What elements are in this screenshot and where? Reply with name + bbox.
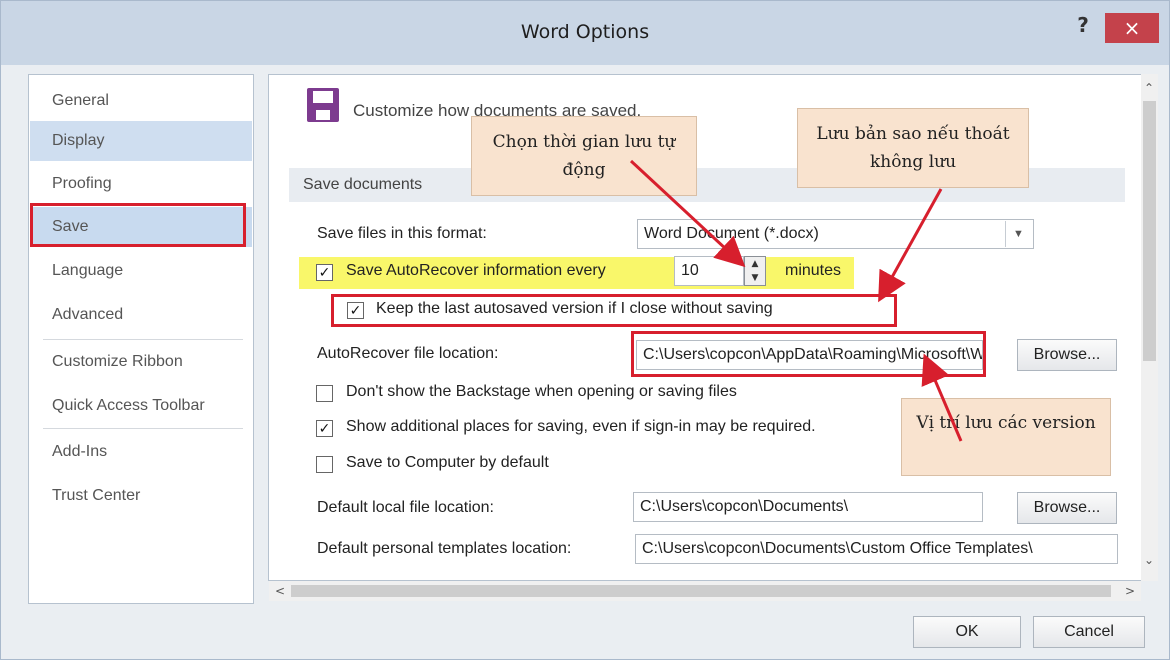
autorecover-minutes-input[interactable]: 10 [674, 256, 744, 286]
autorecover-checkbox[interactable]: ✓ [316, 264, 333, 281]
annotation-keep-copy: Lưu bản sao nếu thoát không lưu [797, 108, 1029, 188]
save-to-computer-checkbox[interactable] [316, 456, 333, 473]
nav-trust-center[interactable]: Trust Center [30, 476, 252, 516]
nav-language[interactable]: Language [30, 251, 252, 291]
save-highlight-box [30, 203, 246, 247]
minutes-spinner[interactable]: ▲ ▼ [744, 256, 766, 286]
nav-display[interactable]: Display [30, 121, 252, 161]
nav-add-ins[interactable]: Add-Ins [30, 432, 252, 472]
close-button[interactable]: × [1105, 13, 1159, 43]
nav-divider [43, 428, 243, 429]
scroll-up-icon[interactable]: ⌃ [1144, 81, 1154, 95]
scroll-right-icon[interactable]: > [1125, 584, 1135, 598]
keep-version-checkbox[interactable]: ✓ [347, 302, 364, 319]
nav-divider [43, 339, 243, 340]
ok-button[interactable]: OK [913, 616, 1021, 648]
options-nav: General Display Proofing Save Language A… [28, 74, 254, 604]
scroll-left-icon[interactable]: < [275, 584, 285, 598]
nav-general[interactable]: General [30, 81, 252, 121]
minutes-label: minutes [785, 262, 842, 279]
word-options-dialog: Word Options ? × General Display Proofin… [0, 0, 1170, 660]
window-title: Word Options [520, 21, 650, 43]
nav-customize-ribbon[interactable]: Customize Ribbon [30, 342, 252, 382]
default-local-input[interactable]: C:\Users\copcon\Documents\ [633, 492, 983, 522]
format-select[interactable]: Word Document (*.docx) ▼ [637, 219, 1034, 249]
format-label: Save files in this format: [317, 225, 487, 242]
browse-autorecover-button[interactable]: Browse... [1017, 339, 1117, 371]
scroll-down-icon[interactable]: ⌄ [1144, 553, 1154, 567]
default-local-label: Default local file location: [317, 499, 494, 516]
nav-proofing[interactable]: Proofing [30, 164, 252, 204]
chevron-down-icon[interactable]: ▼ [1005, 221, 1031, 247]
templates-label: Default personal templates location: [317, 540, 572, 557]
spin-up-icon[interactable]: ▲ [745, 257, 765, 271]
backstage-checkbox[interactable] [316, 385, 333, 402]
help-button[interactable]: ? [1069, 13, 1097, 43]
horizontal-scroll-thumb[interactable] [291, 585, 1111, 597]
save-to-computer-label: Save to Computer by default [346, 454, 549, 471]
backstage-label: Don't show the Backstage when opening or… [346, 383, 737, 400]
format-value: Word Document (*.docx) [644, 225, 819, 242]
additional-places-label: Show additional places for saving, even … [346, 418, 816, 435]
autorecover-location-label: AutoRecover file location: [317, 345, 499, 362]
vertical-scroll-thumb[interactable] [1143, 101, 1156, 361]
annotation-autorecover-time: Chọn thời gian lưu tự động [471, 116, 697, 196]
save-disk-icon [307, 88, 339, 122]
templates-input[interactable]: C:\Users\copcon\Documents\Custom Office … [635, 534, 1118, 564]
keep-version-label: Keep the last autosaved version if I clo… [376, 300, 773, 317]
autorecover-label: Save AutoRecover information every [346, 262, 606, 279]
annotation-version-location: Vị trí lưu các version [901, 398, 1111, 476]
spin-down-icon[interactable]: ▼ [745, 271, 765, 285]
cancel-button[interactable]: Cancel [1033, 616, 1145, 648]
location-highlight-box [631, 331, 986, 377]
browse-local-button[interactable]: Browse... [1017, 492, 1117, 524]
title-bar: Word Options ? × [1, 1, 1169, 65]
nav-advanced[interactable]: Advanced [30, 295, 252, 335]
nav-quick-access-toolbar[interactable]: Quick Access Toolbar [30, 386, 252, 426]
additional-places-checkbox[interactable]: ✓ [316, 420, 333, 437]
save-options-panel: Customize how documents are saved. Save … [268, 74, 1148, 581]
